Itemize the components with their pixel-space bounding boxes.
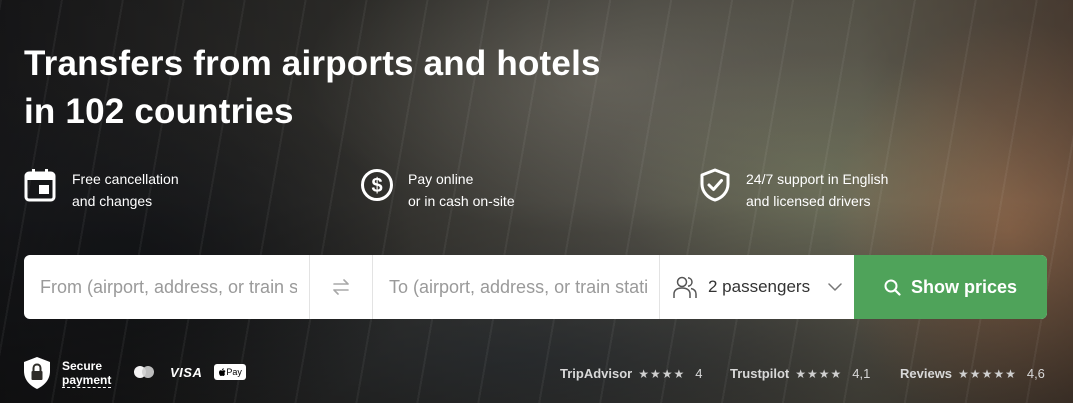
rating-name: Reviews bbox=[900, 366, 953, 381]
feature-support: 24/7 support in English and licensed dri… bbox=[698, 168, 888, 212]
rating-stars: ★★★★ bbox=[795, 366, 843, 381]
show-prices-button[interactable]: Show prices bbox=[854, 255, 1047, 319]
from-input[interactable] bbox=[24, 255, 309, 319]
rating-tripadvisor[interactable]: TripAdvisor ★★★★ 4 bbox=[560, 366, 703, 381]
secure-line1: Secure bbox=[62, 358, 103, 373]
feature-support-line1: 24/7 support in English bbox=[746, 171, 889, 187]
rating-score: 4,6 bbox=[1026, 366, 1045, 381]
feature-payment-line2: or in cash on-site bbox=[408, 193, 515, 209]
hero-title-line1: Transfers from airports and hotels bbox=[24, 44, 601, 83]
from-field[interactable] bbox=[24, 255, 310, 319]
secure-line2: payment bbox=[62, 372, 112, 388]
hero-title: Transfers from airports and hotels in 10… bbox=[24, 40, 664, 136]
passengers-icon bbox=[673, 276, 697, 298]
feature-cancellation: Free cancellation and changes bbox=[24, 168, 179, 212]
search-icon bbox=[884, 279, 901, 296]
passengers-value: 2 passengers bbox=[708, 277, 811, 296]
hero-title-line2: in 102 countries bbox=[24, 92, 294, 131]
apple-pay-label: Pay bbox=[226, 367, 242, 377]
rating-name: Trustpilot bbox=[730, 366, 790, 381]
rating-stars: ★★★★ bbox=[638, 366, 686, 381]
mastercard-icon bbox=[134, 366, 154, 378]
chevron-down-icon bbox=[828, 283, 842, 291]
rating-stars: ★★★★★ bbox=[958, 366, 1017, 381]
rating-score: 4,1 bbox=[852, 366, 871, 381]
rating-score: 4 bbox=[695, 366, 703, 381]
shield-lock-icon bbox=[24, 357, 50, 389]
passengers-select[interactable]: 2 passengers bbox=[660, 255, 854, 319]
apple-pay-logo: Pay bbox=[214, 364, 246, 380]
payment-methods: VISA Pay bbox=[132, 364, 246, 380]
transfer-search-form: 2 passengers Show prices bbox=[24, 255, 1047, 319]
to-field[interactable] bbox=[373, 255, 660, 319]
calendar-icon bbox=[24, 169, 56, 202]
shield-check-icon bbox=[700, 168, 730, 202]
visa-logo: VISA bbox=[170, 364, 203, 380]
swap-arrows-icon bbox=[333, 279, 349, 295]
rating-trustpilot[interactable]: Trustpilot ★★★★ 4,1 bbox=[730, 366, 870, 381]
swap-button[interactable] bbox=[310, 255, 373, 319]
feature-cancellation-line2: and changes bbox=[72, 193, 153, 209]
feature-support-line2: and licensed drivers bbox=[746, 193, 871, 209]
rating-reviews[interactable]: Reviews ★★★★★ 4,6 bbox=[900, 366, 1045, 381]
dollar-coin-icon: $ bbox=[361, 169, 393, 201]
to-input[interactable] bbox=[373, 255, 659, 319]
feature-cancellation-line1: Free cancellation bbox=[72, 171, 179, 187]
secure-payment[interactable]: Secure payment bbox=[22, 356, 112, 390]
show-prices-label: Show prices bbox=[910, 276, 1018, 297]
trust-bar: Secure payment VISA Pay TripAdvisor ★★★★… bbox=[0, 352, 1073, 396]
svg-text:$: $ bbox=[371, 175, 382, 197]
feature-payment: $ Pay online or in cash on-site bbox=[360, 168, 515, 212]
rating-name: TripAdvisor bbox=[560, 366, 633, 381]
features-list: Free cancellation and changes $ Pay onli… bbox=[0, 168, 1073, 216]
apple-icon bbox=[219, 367, 226, 376]
feature-payment-line1: Pay online bbox=[408, 171, 474, 187]
